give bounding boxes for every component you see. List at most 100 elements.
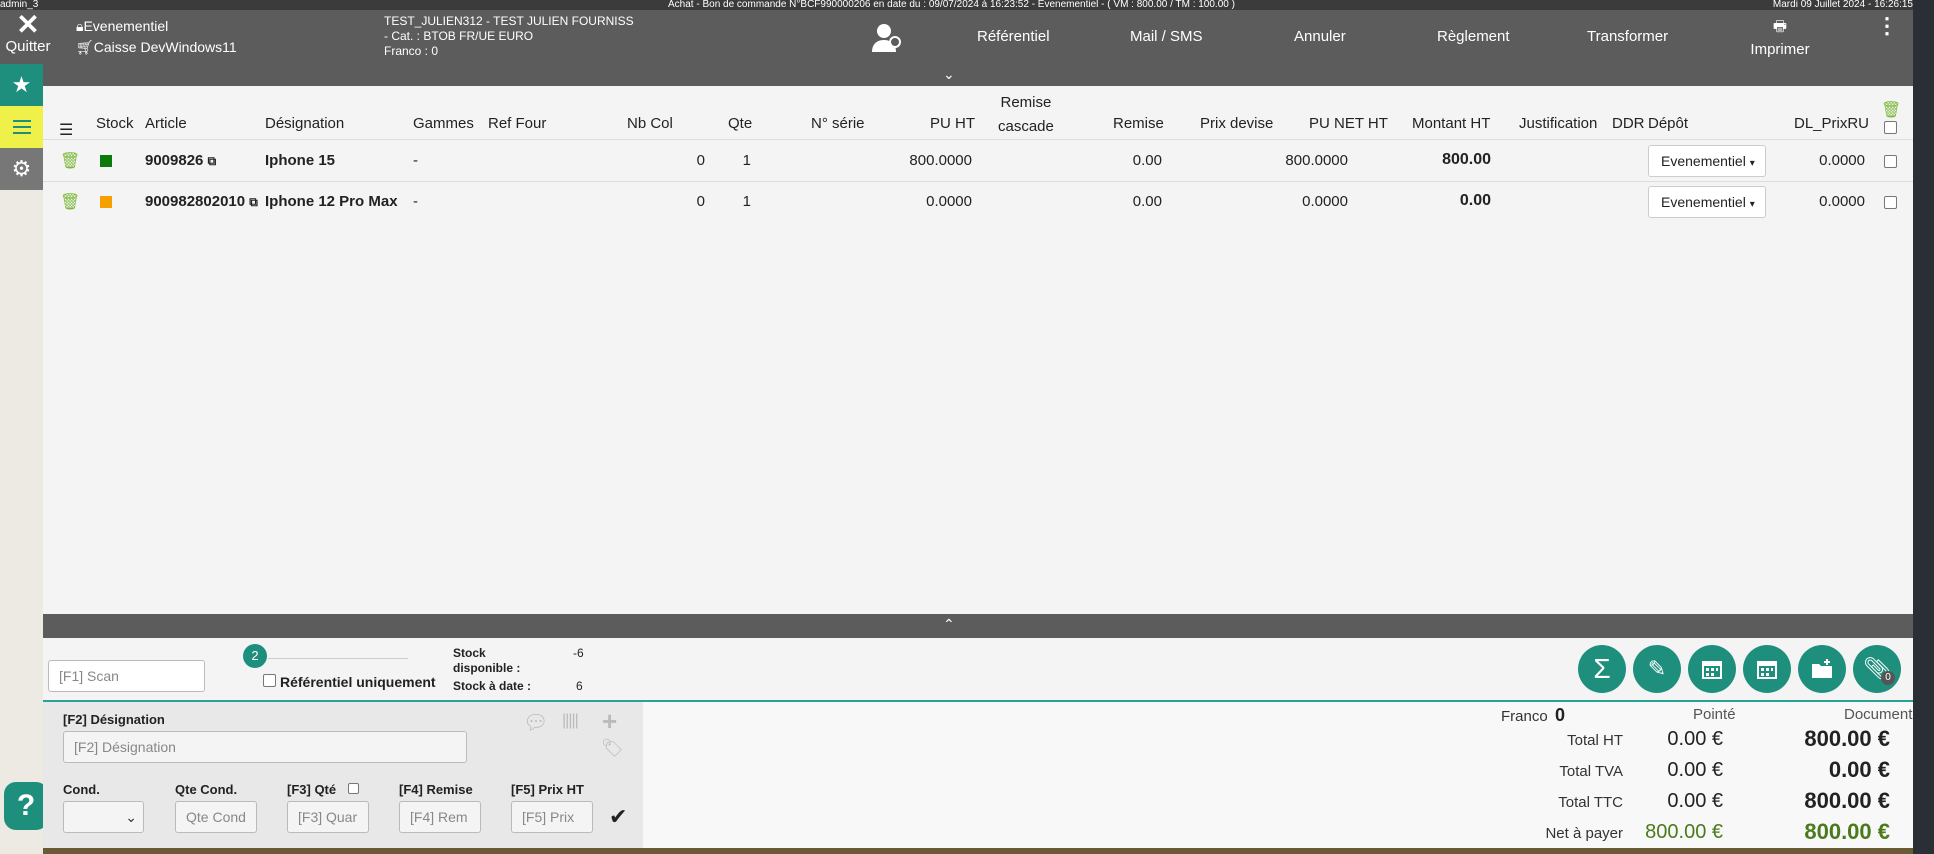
row-checkbox[interactable] — [1884, 196, 1897, 209]
col-justification[interactable]: Justification — [1519, 115, 1597, 132]
table-row[interactable]: 🗑︎ 9009826 ⧉ Iphone 15 - 0 1 800.0000 0.… — [43, 140, 1913, 181]
sigma-icon: Σ — [1593, 653, 1611, 684]
table-row[interactable]: 🗑︎ 900982802010 ⧉ Iphone 12 Pro Max - 0 … — [43, 182, 1913, 223]
add-icon[interactable]: + — [602, 706, 617, 737]
title-bar: admin_3 Achat - Bon de commande N°BCF990… — [0, 0, 1934, 10]
print-button[interactable]: 🖶︎ Imprimer — [1750, 16, 1810, 58]
validate-line-icon[interactable]: ✔ — [609, 804, 627, 830]
nav-annuler[interactable]: Annuler — [1294, 28, 1346, 45]
collapse-bar[interactable]: ⌄ — [43, 64, 1913, 86]
delete-row-icon[interactable]: 🗑︎ — [60, 151, 80, 171]
menu-icon[interactable] — [0, 106, 43, 148]
settings-icon[interactable]: ⚙ — [0, 148, 43, 190]
nav-transformer[interactable]: Transformer — [1587, 28, 1668, 45]
col-ddr[interactable]: DDR — [1612, 115, 1645, 132]
quit-label: Quitter — [5, 38, 51, 55]
supplier-info[interactable]: TEST_JULIEN312 - TEST JULIEN FOURNISS - … — [384, 14, 634, 59]
col-designation[interactable]: Désignation — [265, 115, 344, 132]
col-prix-devise[interactable]: Prix devise — [1200, 115, 1273, 132]
dl-prixru[interactable]: 0.0000 — [1793, 193, 1865, 210]
col-pu-ht[interactable]: PU HT — [930, 115, 975, 132]
quit-button[interactable]: ✕ Quitter — [4, 9, 52, 60]
scan-input[interactable]: [F1] Scan — [48, 660, 205, 692]
col-qte[interactable]: Qte — [728, 115, 752, 132]
barcode-icon[interactable]: ||||| — [562, 712, 579, 730]
col-depot[interactable]: Dépôt — [1648, 115, 1688, 132]
delete-all-icon[interactable]: 🗑︎ — [1881, 100, 1901, 120]
qte[interactable]: 1 — [733, 193, 751, 210]
qte[interactable]: 1 — [733, 152, 751, 169]
expand-bar[interactable]: ⌃ — [43, 614, 1913, 638]
window-title: Achat - Bon de commande N°BCF990000206 e… — [668, 0, 1235, 10]
total-tva-document: 0.00 € — [1828, 757, 1890, 782]
sidebar: ★ ⚙ ? — [0, 64, 48, 854]
depot-dropdown[interactable]: Evenementiel ▾ — [1648, 145, 1766, 177]
nav-referentiel[interactable]: Référentiel — [977, 28, 1050, 45]
close-icon: ✕ — [16, 9, 40, 40]
col-ref-four[interactable]: Ref Four — [488, 115, 546, 132]
pu-ht[interactable]: 0.0000 — [903, 193, 972, 210]
chevron-down-icon[interactable]: ⌄ — [943, 66, 955, 83]
col-remise-cascade-line1: Remise — [1000, 94, 1052, 111]
qte-cond-input[interactable]: Qte Cond — [175, 801, 257, 833]
qte-input[interactable]: [F3] Quar — [287, 801, 369, 833]
comment-icon[interactable]: 💬︎ — [523, 710, 548, 735]
bottom-strip — [43, 848, 1913, 854]
col-dl-prixru[interactable]: DL_PrixRU — [1794, 115, 1869, 132]
pu-net-ht: 800.0000 — [1285, 152, 1348, 169]
col-article[interactable]: Article — [145, 115, 187, 132]
qte-checkbox[interactable] — [348, 783, 359, 794]
article-link[interactable]: 900982802010 ⧉ — [145, 193, 258, 210]
sum-button[interactable]: Σ — [1578, 645, 1626, 693]
cond-select[interactable]: ⌄ — [63, 801, 144, 833]
delete-row-icon[interactable]: 🗑︎ — [60, 192, 80, 212]
nb-col[interactable]: 0 — [643, 193, 705, 210]
datetime: Mardi 09 Juillet 2024 - 16:26:15 — [1772, 0, 1913, 10]
col-remise-cascade[interactable]: Remise cascade — [998, 91, 1054, 139]
referentiel-only-checkbox[interactable] — [263, 674, 276, 687]
dl-prixru[interactable]: 0.0000 — [1793, 152, 1865, 169]
col-serie[interactable]: N° série — [811, 115, 865, 132]
nav-mail-sms[interactable]: Mail / SMS — [1130, 28, 1203, 45]
remise[interactable]: 0.00 — [1103, 152, 1162, 169]
depot-value: Evenementiel — [1661, 194, 1746, 210]
chevron-up-icon[interactable]: ⌃ — [943, 616, 955, 633]
favorites-icon[interactable]: ★ — [0, 64, 43, 106]
select-all-checkbox[interactable] — [1884, 121, 1897, 134]
more-menu-icon[interactable]: ⋮ — [1876, 15, 1898, 37]
col-stock[interactable]: Stock — [96, 115, 134, 132]
attachment-button[interactable]: 📎︎ 0 — [1853, 645, 1901, 693]
col-pu-net-ht[interactable]: PU NET HT — [1309, 115, 1388, 132]
col-remise[interactable]: Remise — [1113, 115, 1164, 132]
edit-button[interactable]: ✎ — [1633, 645, 1681, 693]
external-link-icon: ⧉ — [249, 195, 258, 209]
new-folder-button[interactable] — [1798, 645, 1846, 693]
edit-icon: ✎ — [1647, 656, 1667, 681]
col-nb-col[interactable]: Nb Col — [627, 115, 673, 132]
prix-label: [F5] Prix HT — [511, 782, 584, 797]
article-link[interactable]: 9009826 ⧉ — [145, 152, 216, 169]
tag-icon[interactable]: 🏷︎ — [601, 738, 624, 759]
totals-panel: Franco 0 Pointé Document Total HT 0.00 €… — [643, 700, 1913, 848]
pu-net-ht: 0.0000 — [1302, 193, 1348, 210]
register-name: Caisse DevWindows11 — [93, 39, 237, 55]
prix-input[interactable]: [F5] Prix — [511, 801, 593, 833]
nav-reglement[interactable]: Règlement — [1437, 28, 1510, 45]
pu-ht[interactable]: 800.0000 — [903, 152, 972, 169]
user-contact-button[interactable] — [870, 20, 904, 54]
total-ttc-document: 800.00 € — [1804, 788, 1890, 813]
row-checkbox[interactable] — [1884, 155, 1897, 168]
remise[interactable]: 0.00 — [1103, 193, 1162, 210]
col-gammes[interactable]: Gammes — [413, 115, 474, 132]
nb-col[interactable]: 0 — [643, 152, 705, 169]
calendar-button[interactable] — [1688, 645, 1736, 693]
designation-input[interactable]: [F2] Désignation — [63, 731, 467, 763]
remise-input[interactable]: [F4] Rem — [399, 801, 481, 833]
help-button[interactable]: ? — [4, 782, 48, 830]
caret-down-icon: ▾ — [1749, 199, 1755, 210]
calendar-button-2[interactable] — [1743, 645, 1791, 693]
caret-down-icon: ▾ — [1749, 158, 1755, 169]
depot-dropdown[interactable]: Evenementiel ▾ — [1648, 186, 1766, 218]
col-montant-ht[interactable]: Montant HT — [1412, 115, 1490, 132]
list-view-icon[interactable]: ☰ — [59, 120, 73, 140]
